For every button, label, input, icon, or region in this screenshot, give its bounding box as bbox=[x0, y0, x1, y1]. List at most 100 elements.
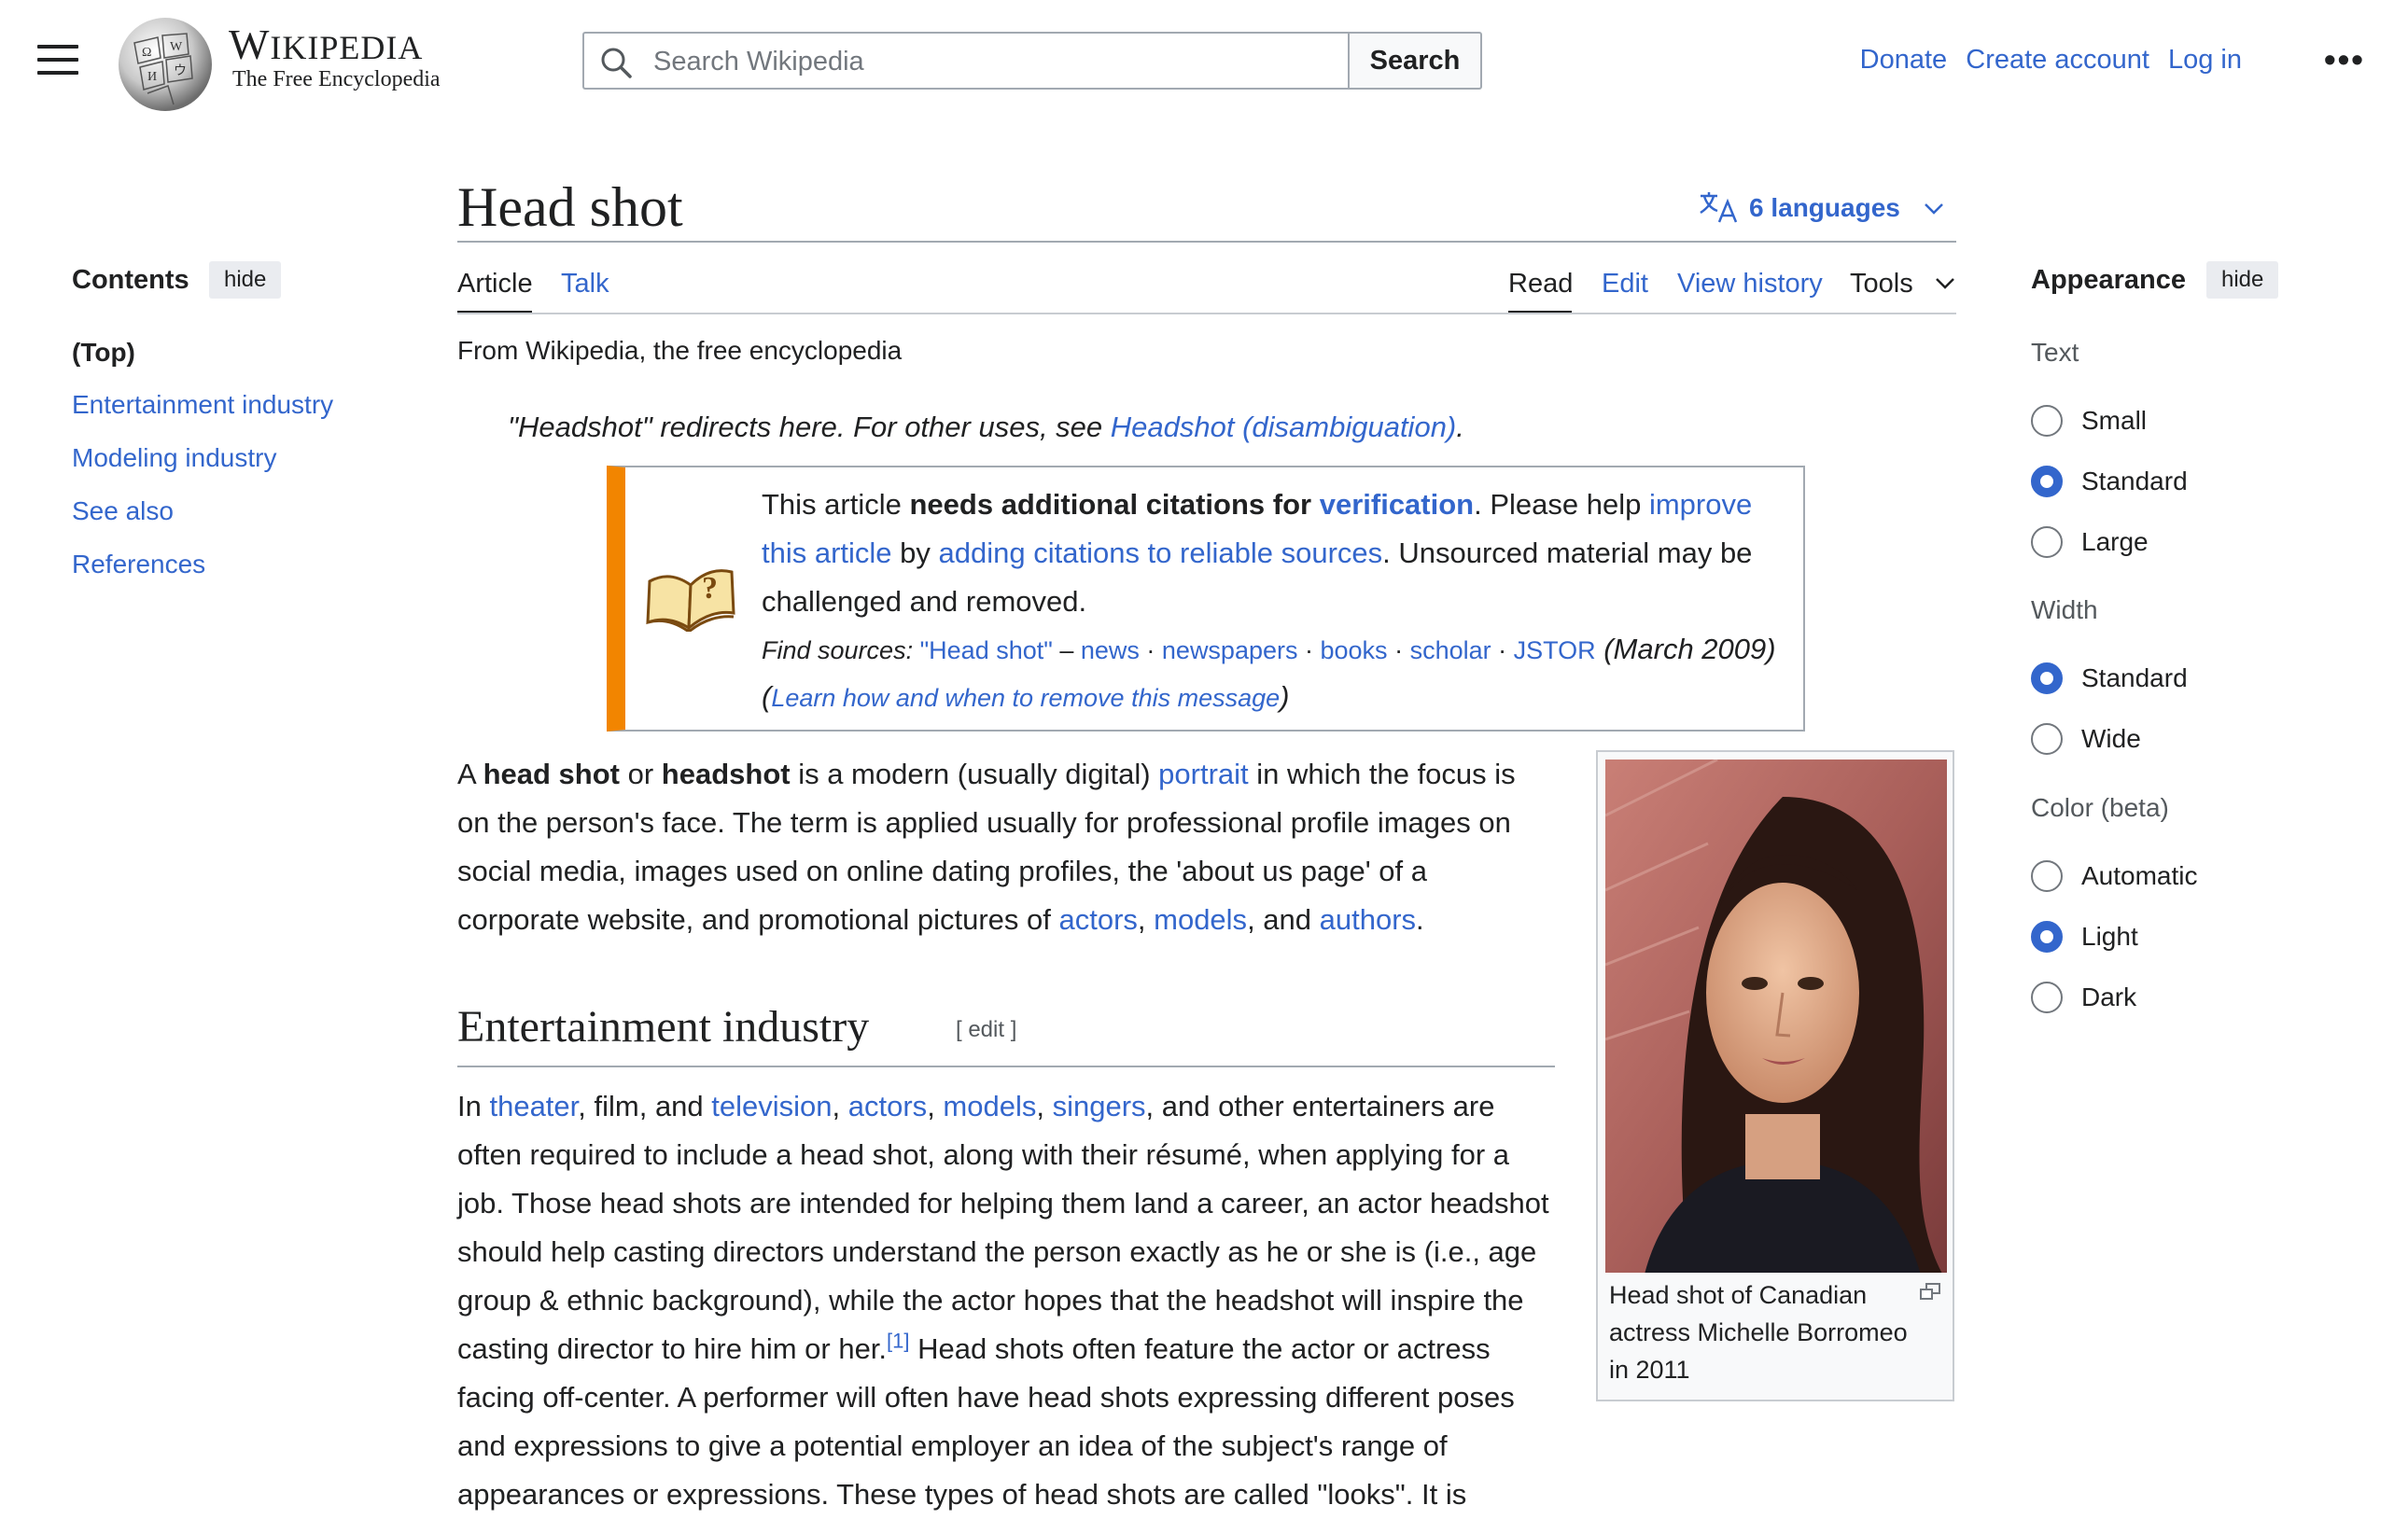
hatnote-suffix: . bbox=[1456, 411, 1464, 443]
hamburger-icon bbox=[37, 45, 78, 49]
radio-unchecked-icon[interactable] bbox=[2031, 982, 2063, 1013]
section-edit-link[interactable]: [ edit ] bbox=[956, 1017, 1016, 1043]
tabs-divider bbox=[457, 313, 1956, 314]
wikipedia-globe-logo[interactable]: Ω W И ウ bbox=[116, 15, 215, 114]
adding-citations-link[interactable]: adding citations to reliable sources bbox=[939, 537, 1383, 569]
portrait-link[interactable]: portrait bbox=[1158, 758, 1248, 790]
authors-link[interactable]: authors bbox=[1320, 903, 1416, 936]
toc-item-modeling-industry[interactable]: Modeling industry bbox=[72, 443, 276, 473]
text-size-large-option[interactable]: Large bbox=[2031, 526, 2149, 558]
text-size-small-option[interactable]: Small bbox=[2031, 405, 2147, 437]
width-label: Width bbox=[2031, 595, 2098, 624]
tab-article[interactable]: Article bbox=[457, 269, 533, 300]
languages-button[interactable]: 6 languages bbox=[1699, 190, 1945, 224]
entertainment-paragraph: In theater, film, and television, actors… bbox=[457, 1090, 1549, 1511]
translate-icon bbox=[1700, 192, 1738, 223]
create-account-link[interactable]: Create account bbox=[1966, 45, 2149, 75]
source-news-link[interactable]: news bbox=[1081, 636, 1140, 664]
tab-edit[interactable]: Edit bbox=[1602, 269, 1648, 300]
wordmark-rest: IKIPEDIA bbox=[270, 29, 424, 66]
tab-talk[interactable]: Talk bbox=[561, 269, 609, 300]
radio-checked-icon[interactable] bbox=[2031, 466, 2063, 497]
tab-tools[interactable]: Tools bbox=[1850, 269, 1956, 300]
tab-read[interactable]: Read bbox=[1508, 269, 1573, 300]
title-divider bbox=[457, 241, 1956, 243]
toc-hide-button[interactable]: hide bbox=[209, 261, 282, 299]
site-sub: From Wikipedia, the free encyclopedia bbox=[457, 336, 903, 365]
toc-item-entertainment-industry[interactable]: Entertainment industry bbox=[72, 390, 333, 420]
appearance-title: Appearance bbox=[2031, 265, 2187, 295]
find-sources: Find sources: "Head shot" – news · newsp… bbox=[762, 633, 1776, 713]
svg-text:?: ? bbox=[702, 571, 718, 606]
ellipsis-icon[interactable]: ••• bbox=[2324, 43, 2365, 77]
tab-view-history[interactable]: View history bbox=[1677, 269, 1823, 300]
book-question-icon: ? bbox=[646, 569, 735, 632]
tagline: The Free Encyclopedia bbox=[232, 67, 441, 91]
page-title: Head shot bbox=[457, 176, 683, 238]
models-link[interactable]: models bbox=[1154, 903, 1247, 936]
television-link[interactable]: television bbox=[711, 1090, 832, 1122]
text-size-label: Text bbox=[2031, 338, 2079, 367]
search-button[interactable]: Search bbox=[1348, 32, 1482, 90]
donate-link[interactable]: Donate bbox=[1860, 45, 1948, 75]
languages-label: 6 languages bbox=[1749, 193, 1900, 222]
section-divider bbox=[457, 1066, 1555, 1067]
toc-title: Contents bbox=[72, 265, 189, 295]
thumbnail-caption: Head shot of Canadian actress Michelle B… bbox=[1609, 1281, 1908, 1384]
wikipedia-wordmark[interactable]: WIKIPEDIA bbox=[229, 21, 423, 72]
radio-unchecked-icon[interactable] bbox=[2031, 860, 2063, 892]
actors-link[interactable]: actors bbox=[1058, 903, 1137, 936]
models-link[interactable]: models bbox=[943, 1090, 1036, 1122]
radio-unchecked-icon[interactable] bbox=[2031, 723, 2063, 755]
singers-link[interactable]: singers bbox=[1053, 1090, 1146, 1122]
citation-notice: ? This article needs additional citation… bbox=[607, 466, 1805, 732]
svg-text:И: И bbox=[147, 70, 157, 84]
toc-item-references[interactable]: References bbox=[72, 550, 205, 579]
source-scholar-link[interactable]: scholar bbox=[1410, 636, 1491, 664]
main-menu-button[interactable] bbox=[37, 45, 78, 78]
hatnote-text: "Headshot" redirects here. For other use… bbox=[508, 411, 1111, 443]
headshot-photo[interactable] bbox=[1605, 760, 1947, 1273]
hatnote-link[interactable]: Headshot (disambiguation) bbox=[1111, 411, 1457, 443]
tools-label: Tools bbox=[1850, 269, 1913, 299]
hatnote: "Headshot" redirects here. For other use… bbox=[508, 411, 1464, 444]
verification-link[interactable]: verification bbox=[1320, 488, 1474, 521]
svg-text:ウ: ウ bbox=[174, 63, 187, 78]
toc-item-top[interactable]: (Top) bbox=[72, 338, 135, 368]
theater-link[interactable]: theater bbox=[489, 1090, 578, 1122]
citation-notice-text: This article needs additional citations … bbox=[762, 488, 1753, 618]
source-newspapers-link[interactable]: newspapers bbox=[1162, 636, 1298, 664]
source-query-link[interactable]: "Head shot" bbox=[920, 636, 1053, 664]
radio-checked-icon[interactable] bbox=[2031, 921, 2063, 953]
radio-checked-icon[interactable] bbox=[2031, 662, 2063, 694]
wordmark-initial: W bbox=[229, 21, 271, 68]
source-jstor-link[interactable]: JSTOR bbox=[1514, 636, 1596, 664]
search-box[interactable] bbox=[582, 32, 1348, 90]
color-label: Color (beta) bbox=[2031, 793, 2169, 822]
text-size-standard-option[interactable]: Standard bbox=[2031, 466, 2188, 497]
width-standard-option[interactable]: Standard bbox=[2031, 662, 2188, 694]
color-automatic-option[interactable]: Automatic bbox=[2031, 860, 2198, 892]
svg-text:W: W bbox=[170, 40, 183, 54]
radio-unchecked-icon[interactable] bbox=[2031, 526, 2063, 558]
radio-unchecked-icon[interactable] bbox=[2031, 405, 2063, 437]
chevron-down-icon bbox=[1935, 278, 1954, 289]
toc-item-see-also[interactable]: See also bbox=[72, 496, 174, 526]
thumbnail-figure: Head shot of Canadian actress Michelle B… bbox=[1596, 750, 1954, 1401]
reference-link[interactable]: [1] bbox=[887, 1330, 909, 1353]
log-in-link[interactable]: Log in bbox=[2168, 45, 2242, 75]
chevron-down-icon bbox=[1924, 203, 1943, 215]
section-heading: Entertainment industry bbox=[457, 1002, 870, 1052]
color-light-option[interactable]: Light bbox=[2031, 921, 2138, 953]
learn-remove-message-link[interactable]: Learn how and when to remove this messag… bbox=[771, 684, 1280, 712]
width-wide-option[interactable]: Wide bbox=[2031, 723, 2141, 755]
search-input[interactable] bbox=[651, 41, 1327, 82]
source-books-link[interactable]: books bbox=[1321, 636, 1388, 664]
user-links: Donate Create account Log in bbox=[1849, 45, 2242, 76]
search-icon bbox=[601, 48, 632, 78]
actors-link[interactable]: actors bbox=[848, 1090, 927, 1122]
color-dark-option[interactable]: Dark bbox=[2031, 982, 2136, 1013]
intro-paragraph: A head shot or headshot is a modern (usu… bbox=[457, 758, 1516, 936]
appearance-hide-button[interactable]: hide bbox=[2206, 261, 2279, 299]
svg-text:Ω: Ω bbox=[142, 46, 151, 60]
